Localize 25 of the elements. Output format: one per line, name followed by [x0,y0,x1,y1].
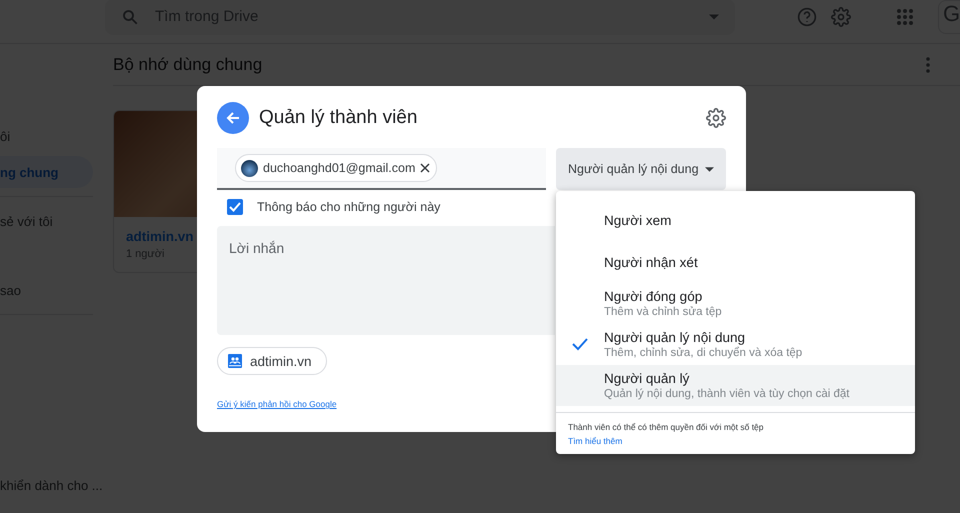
card-title: adtimin.vn [126,229,194,244]
recipient-field[interactable]: duchoanghd01@gmail.com [217,148,546,190]
dialog-title: Quản lý thành viên [259,107,418,129]
notify-checkbox[interactable] [227,199,243,215]
learn-more-link[interactable]: Tìm hiểu thêm [568,436,622,446]
feedback-link[interactable]: Gửi ý kiến phản hồi cho Google [217,399,337,409]
permission-note: Thành viên có thể có thêm quyền đối với một số tệp [568,422,765,432]
role-dropdown[interactable]: Người quản lý nội dung [556,148,726,190]
role-option[interactable]: Người quản lý nội dung Thêm, chỉnh sửa, di chuyển và xóa tệp [556,324,915,365]
settings-icon[interactable] [706,108,726,128]
back-button[interactable] [217,102,249,134]
role-option[interactable]: Người quản lý Quản lý nội dung, thành viên và tùy chọn cài đặt [556,365,915,406]
avatar [241,160,258,176]
role-option[interactable]: Người đóng góp Thêm và chỉnh sửa tệp [556,283,915,324]
role-option[interactable]: Người xem [556,199,915,241]
role-option[interactable]: Người nhận xét [556,241,915,283]
recipient-email: duchoanghd01@gmail.com [263,161,416,175]
close-icon[interactable] [420,163,430,173]
page-title: Bộ nhớ dùng chung [113,54,264,74]
shared-drive-name: adtimin.vn [250,354,312,368]
message-field[interactable]: Lời nhắn [217,226,555,335]
shared-drive-icon [228,354,242,368]
caret-icon [705,166,714,172]
arrow-left-icon [225,110,241,126]
notify-label: Thông báo cho những người này [257,200,440,214]
